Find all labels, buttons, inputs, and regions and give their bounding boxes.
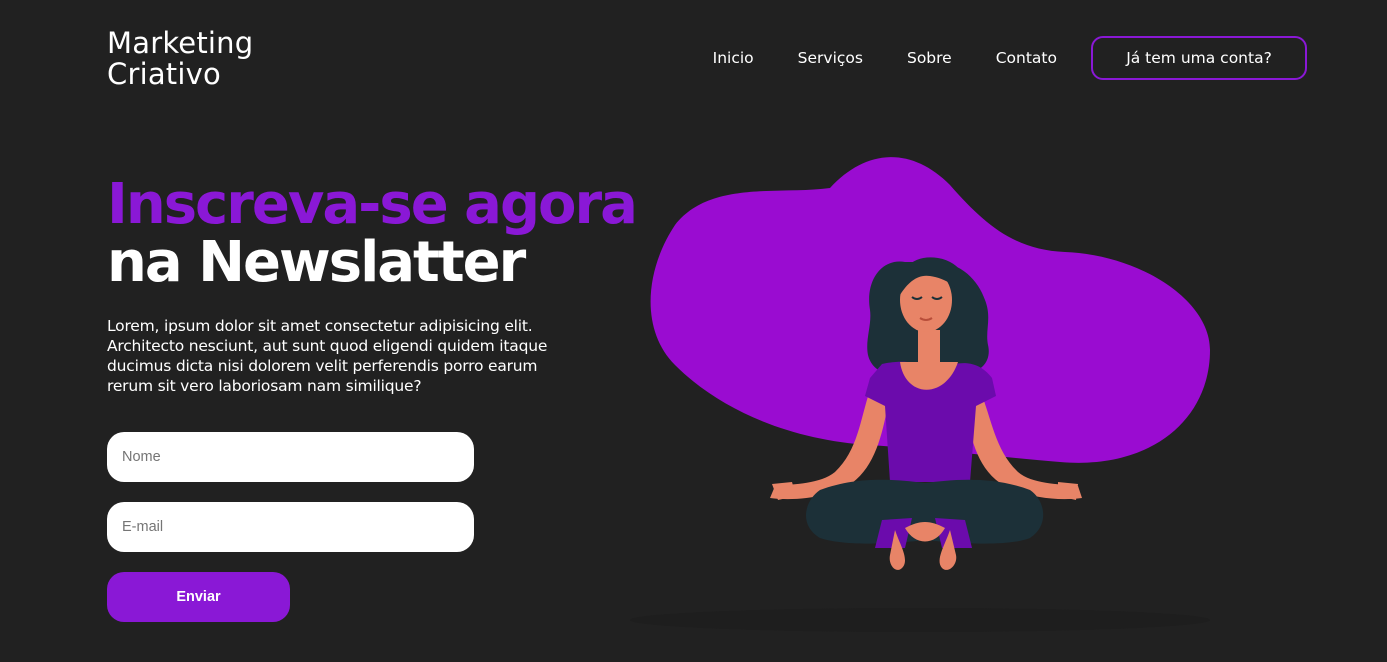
title-line-main: na Newslatter: [107, 230, 526, 295]
brand-logo-line1: Marketing: [107, 26, 254, 60]
landing-page: Marketing Criativo Inicio Serviços Sobre…: [0, 0, 1387, 662]
nav-link-inicio[interactable]: Inicio: [713, 49, 754, 67]
meditating-woman-illustration: [630, 157, 1210, 632]
email-field[interactable]: [107, 502, 474, 552]
login-button[interactable]: Já tem uma conta?: [1091, 36, 1307, 80]
brand-logo[interactable]: Marketing Criativo: [107, 28, 253, 90]
page-title: Inscreva-se agora na Newslatter: [107, 172, 638, 295]
name-field[interactable]: [107, 432, 474, 482]
submit-button[interactable]: Enviar: [107, 572, 290, 622]
nav-link-contato[interactable]: Contato: [996, 49, 1057, 67]
hero-description: Lorem, ipsum dolor sit amet consectetur …: [107, 317, 548, 395]
main-nav: Inicio Serviços Sobre Contato Já tem uma…: [713, 35, 1307, 81]
brand-logo-line2: Criativo: [107, 57, 221, 91]
nav-link-sobre[interactable]: Sobre: [907, 49, 952, 67]
floor-shadow: [630, 608, 1210, 632]
nav-link-servicos[interactable]: Serviços: [798, 49, 863, 67]
title-line-accent: Inscreva-se agora: [107, 172, 638, 237]
